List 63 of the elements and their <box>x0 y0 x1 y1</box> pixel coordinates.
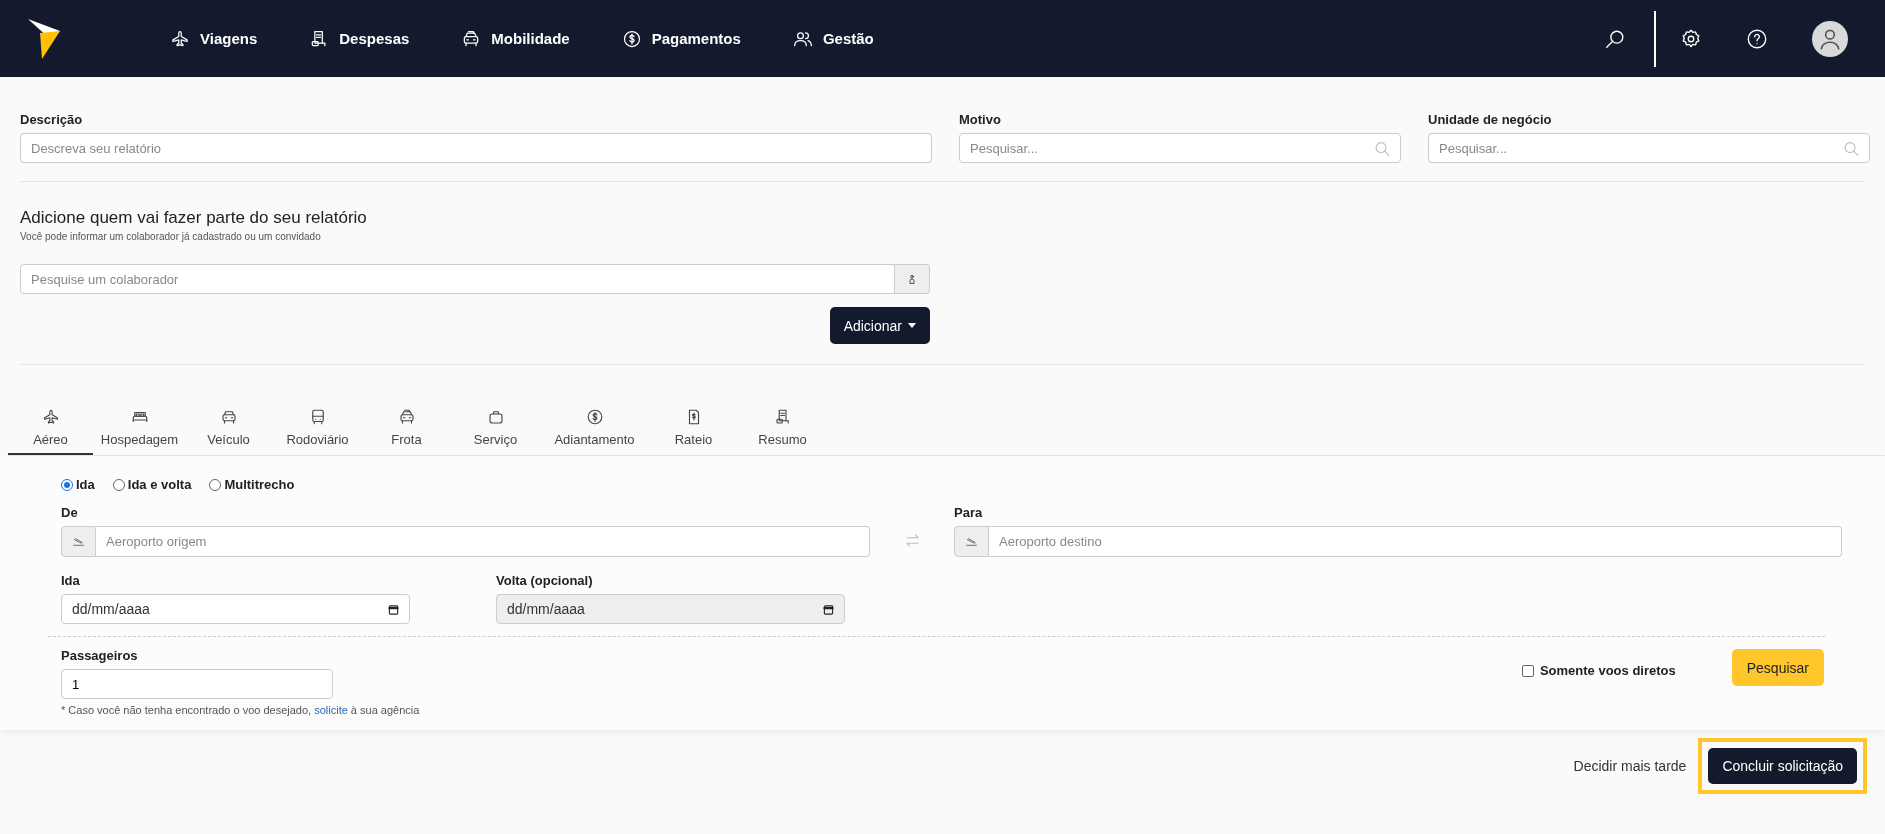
car-icon <box>219 408 238 426</box>
tab[interactable]: Frota <box>364 396 449 455</box>
logo-icon <box>28 18 60 59</box>
date-field[interactable]: dd/mm/aaaa <box>61 594 410 624</box>
field-label: Volta (opcional) <box>496 573 594 588</box>
description-field[interactable]: Descreva seu relatório <box>20 133 932 163</box>
calendar-icon <box>823 603 834 615</box>
origin-airport-field[interactable]: Aeroporto origem <box>96 526 870 557</box>
taxi-icon <box>397 408 416 426</box>
field-label: Unidade de negócio <box>1428 112 1553 127</box>
tab[interactable]: Hospedagem <box>97 396 182 455</box>
tab[interactable]: Adiantamento <box>542 396 647 455</box>
search-button[interactable]: Pesquisar <box>1731 649 1824 686</box>
request-link[interactable]: solicite <box>314 704 348 716</box>
dollar-icon <box>585 408 604 426</box>
tab[interactable]: Veículo <box>186 396 271 455</box>
collaborator-search-field[interactable]: Pesquise um colaborador <box>20 264 895 294</box>
calendar-icon <box>388 603 399 615</box>
field-label: Ida <box>61 573 81 588</box>
avatar[interactable] <box>1812 20 1848 57</box>
destination-airport-field[interactable]: Aeroporto destino <box>989 526 1842 557</box>
field-label: Passageiros <box>61 648 139 663</box>
add-dropdown-button[interactable]: Adicionar <box>829 307 930 344</box>
search-icon <box>1843 139 1860 159</box>
person-icon <box>908 273 916 285</box>
field-label: Motivo <box>959 112 1002 127</box>
airplane-icon <box>41 408 60 426</box>
caret-icon <box>908 323 916 328</box>
date-field: dd/mm/aaaa <box>496 594 845 624</box>
submit-request-button[interactable]: Concluir solicitação <box>1708 748 1857 784</box>
tab[interactable]: Serviço <box>453 396 538 455</box>
plane-landing-icon <box>965 535 978 548</box>
nav-link[interactable]: Pagamentos <box>621 28 741 49</box>
field-label: De <box>61 505 79 520</box>
passengers-field[interactable]: 1 <box>61 669 333 699</box>
nav-link[interactable]: Despesas <box>309 28 410 49</box>
decide-later-link[interactable]: Decidir mais tarde <box>1567 757 1693 775</box>
section-subtitle: Você pode informar um colaborador já cadastrado ou um convidado <box>20 231 322 242</box>
direct-flights-checkbox[interactable]: Somente voos diretos <box>1521 663 1676 678</box>
nav-link[interactable]: Viagens <box>170 28 258 49</box>
field-label: Para <box>954 505 984 520</box>
settings-icon[interactable] <box>1680 27 1702 50</box>
radio-option[interactable]: Ida e volta <box>112 477 192 492</box>
receipt-icon <box>773 408 792 426</box>
section-title: Adicione quem vai fazer parte do seu relatório <box>20 208 368 228</box>
plane-landing-icon <box>72 535 85 548</box>
nav-link[interactable]: Gestão <box>792 28 874 49</box>
airplane-icon <box>170 28 190 49</box>
tab[interactable]: Rateio <box>651 396 736 455</box>
search-icon <box>1374 139 1391 159</box>
dollar-icon <box>621 28 642 49</box>
footnote: * Caso você não tenha encontrado o voo desejado, solicite à sua agência <box>61 704 420 716</box>
business-unit-search-field[interactable]: Pesquisar... <box>1428 133 1870 163</box>
radio-option[interactable]: Multitrecho <box>209 477 295 492</box>
field-label: Descrição <box>20 112 84 127</box>
field-addon[interactable] <box>895 264 930 294</box>
nav-link[interactable]: Mobilidade <box>461 28 570 49</box>
tab[interactable]: Rodoviário <box>275 396 360 455</box>
reason-search-field[interactable]: Pesquisar... <box>959 133 1401 163</box>
briefcase-icon <box>486 408 505 426</box>
radio-option[interactable]: Ida <box>61 477 95 492</box>
tab[interactable]: Resumo <box>740 396 825 455</box>
help-icon[interactable] <box>1746 27 1768 50</box>
